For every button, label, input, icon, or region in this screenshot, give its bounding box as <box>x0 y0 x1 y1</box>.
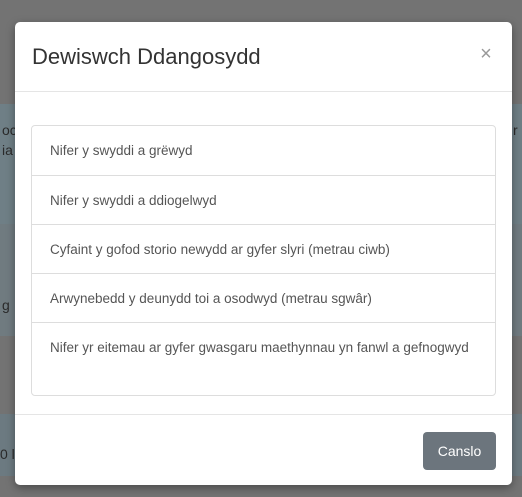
modal-header: Dewiswch Ddangosydd × <box>15 22 512 92</box>
background-text: g <box>2 297 10 313</box>
indicator-item-jobs-created[interactable]: Nifer y swyddi a grëwyd <box>32 126 495 175</box>
modal-title: Dewiswch Ddangosydd <box>32 44 261 69</box>
background-text: ia <box>2 142 13 158</box>
indicator-item-jobs-safeguarded[interactable]: Nifer y swyddi a ddiogelwyd <box>32 175 495 224</box>
background-text: 0 l <box>0 446 15 462</box>
select-indicator-modal: Dewiswch Ddangosydd × Nifer y swyddi a g… <box>15 22 512 485</box>
indicator-item-roofing-area[interactable]: Arwynebedd y deunydd toi a osodwyd (metr… <box>32 273 495 322</box>
indicator-item-slurry-storage[interactable]: Cyfaint y gofod storio newydd ar gyfer s… <box>32 224 495 273</box>
close-icon[interactable]: × <box>476 42 496 66</box>
cancel-button[interactable]: Canslo <box>423 432 496 470</box>
indicator-item-nutrient-spreading[interactable]: Nifer yr eitemau ar gyfer gwasgaru maeth… <box>32 322 495 395</box>
background-text: r <box>513 122 518 138</box>
indicator-list: Nifer y swyddi a grëwyd Nifer y swyddi a… <box>31 125 496 396</box>
modal-footer: Canslo <box>15 414 512 485</box>
